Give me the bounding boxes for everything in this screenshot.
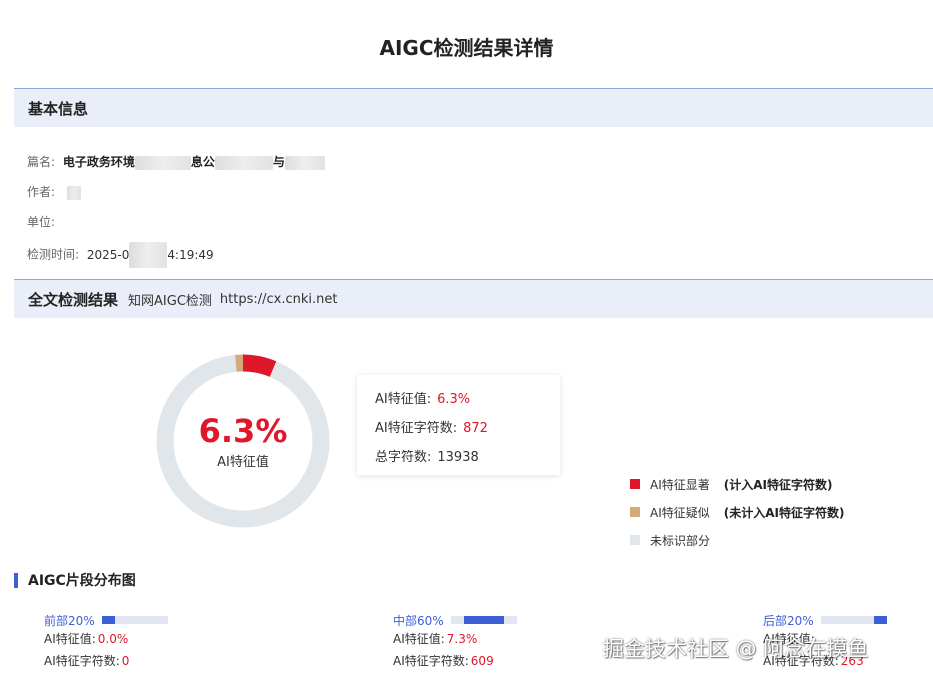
stat-value: 872 xyxy=(463,421,488,436)
basic-info-title: 基本信息 xyxy=(28,99,89,118)
seg-value: 0 xyxy=(121,654,130,668)
title-value-part: 息公 xyxy=(190,155,215,169)
seg-label: AI特征值: xyxy=(44,632,96,646)
legend-label: AI特征显著 xyxy=(650,477,710,492)
seg-value: 7.3% xyxy=(446,632,478,646)
result-source: 知网AIGC检测 xyxy=(128,293,212,309)
result-url[interactable]: https://cx.cnki.net xyxy=(220,292,338,307)
redacted-block xyxy=(134,155,191,170)
stat-total-chars: 总字符数: 13938 xyxy=(375,445,542,474)
legend-label: 未标识部分 xyxy=(650,533,711,548)
seg-value: 609 xyxy=(470,654,494,668)
redacted-block xyxy=(284,155,325,170)
segment-ai-value: AI特征值: 7.3% xyxy=(393,628,517,650)
segment-name: 后部20% xyxy=(763,613,814,628)
segment-head: 前部20% xyxy=(44,612,168,628)
legend-swatch xyxy=(630,479,640,489)
segment-bar-track xyxy=(102,616,168,624)
watermark: 掘金技术社区 @ 阿念在摸鱼 xyxy=(603,637,869,661)
stat-ai-value: AI特征值: 6.3% xyxy=(375,387,542,416)
legend: AI特征显著 (计入AI特征字符数) AI特征疑似 (未计入AI特征字符数) 未… xyxy=(630,470,844,554)
redacted-block xyxy=(129,242,168,268)
time-value-part: 4:19:49 xyxy=(167,247,214,262)
donut-center: 6.3% AI特征值 xyxy=(150,348,336,534)
segment-bar-fill xyxy=(464,616,504,624)
unit-label: 单位: xyxy=(27,215,56,229)
segment-head: 中部60% xyxy=(393,612,517,628)
page-title: AIGC检测结果详情 xyxy=(379,36,554,60)
segment-bar-fill xyxy=(873,616,887,624)
stat-ai-chars: AI特征字符数: 872 xyxy=(375,416,542,445)
result-title: 全文检测结果 xyxy=(28,290,119,309)
segment-ai-chars: AI特征字符数: 0 xyxy=(44,650,168,672)
basic-info-header: 基本信息 xyxy=(14,88,933,127)
title-marker xyxy=(14,572,18,588)
title-value-part: 与 xyxy=(272,155,285,169)
title-value-part: 电子政务环境 xyxy=(62,155,135,169)
stat-value: 6.3% xyxy=(437,392,471,407)
redacted-block xyxy=(66,185,81,200)
donut-chart: 6.3% AI特征值 xyxy=(150,348,336,534)
seg-label: AI特征字符数: xyxy=(393,654,469,668)
stat-label: AI特征字符数: xyxy=(375,421,458,436)
title-label: 篇名: xyxy=(27,155,56,169)
segment-middle: 中部60% AI特征值: 7.3% AI特征字符数: 609 xyxy=(393,612,517,672)
segment-name: 中部60% xyxy=(393,613,444,628)
segment-head: 后部20% xyxy=(763,612,887,628)
author-label: 作者: xyxy=(27,185,56,199)
stat-label: AI特征值: xyxy=(375,392,432,407)
segment-bar-fill xyxy=(102,616,116,624)
legend-swatch xyxy=(630,507,640,517)
title-value: 电子政务环境 息公 与 xyxy=(62,155,325,170)
info-title-row: 篇名: 电子政务环境 息公 与 xyxy=(27,153,325,170)
legend-item-significant: AI特征显著 (计入AI特征字符数) xyxy=(630,470,844,498)
legend-item-unmarked: 未标识部分 xyxy=(630,526,844,554)
stat-value: 13938 xyxy=(437,450,479,465)
legend-label: AI特征疑似 xyxy=(650,505,710,520)
distribution-title-text: AIGC片段分布图 xyxy=(28,573,136,589)
segment-bar-track xyxy=(821,616,887,624)
segment-bar-track xyxy=(451,616,517,624)
segment-front: 前部20% AI特征值: 0.0% AI特征字符数: 0 xyxy=(44,612,168,672)
stats-card: AI特征值: 6.3% AI特征字符数: 872 总字符数: 13938 xyxy=(357,375,560,475)
info-time-row: 检测时间: 2025-0 4:19:49 xyxy=(27,242,214,268)
segment-ai-chars: AI特征字符数: 609 xyxy=(393,650,517,672)
time-value: 2025-0 4:19:49 xyxy=(86,242,214,268)
legend-swatch xyxy=(630,535,640,545)
seg-value: 0.0% xyxy=(97,632,129,646)
time-label: 检测时间: xyxy=(27,247,80,262)
redacted-block xyxy=(214,155,273,170)
seg-label: AI特征字符数: xyxy=(44,654,120,668)
result-header: 全文检测结果 知网AIGC检测 https://cx.cnki.net xyxy=(14,279,933,318)
donut-percent: 6.3% xyxy=(198,411,288,450)
time-value-part: 2025-0 xyxy=(86,247,130,262)
info-unit-row: 单位: xyxy=(27,213,55,230)
legend-note: (计入AI特征字符数) xyxy=(723,477,833,492)
segment-ai-value: AI特征值: 0.0% xyxy=(44,628,168,650)
legend-item-suspected: AI特征疑似 (未计入AI特征字符数) xyxy=(630,498,844,526)
legend-note: (未计入AI特征字符数) xyxy=(723,505,845,520)
seg-label: AI特征值: xyxy=(393,632,445,646)
stat-label: 总字符数: xyxy=(375,450,432,465)
info-author-row: 作者: xyxy=(27,183,81,200)
donut-label: AI特征值 xyxy=(217,454,269,470)
distribution-title: AIGC片段分布图 xyxy=(14,570,136,590)
segment-name: 前部20% xyxy=(44,613,95,628)
